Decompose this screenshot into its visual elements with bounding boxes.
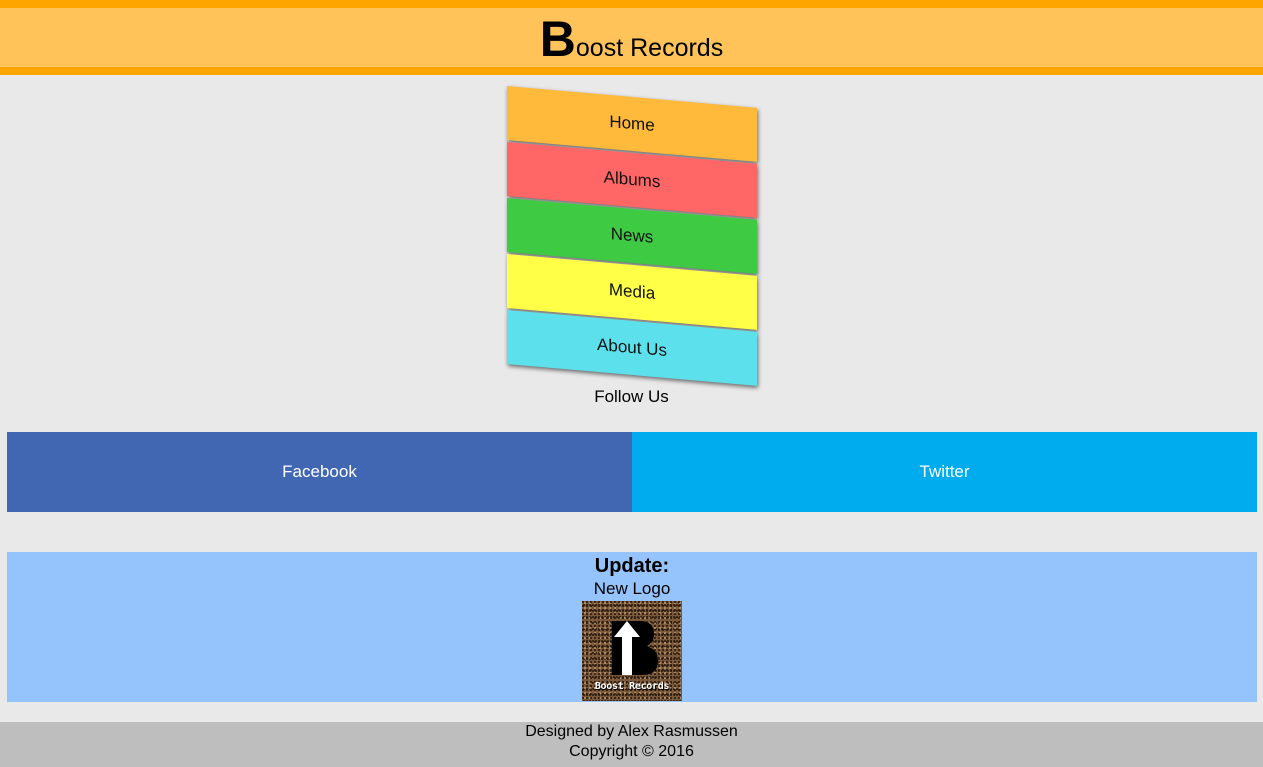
site-title: Boost Records <box>0 14 1263 64</box>
site-title-initial: B <box>539 11 576 67</box>
footer-designed-by: Designed by Alex Rasmussen <box>525 723 738 740</box>
boost-records-logo: Boost Records <box>582 601 682 701</box>
site-title-rest: oost Records <box>575 34 724 62</box>
twitter-label: Twitter <box>919 462 970 481</box>
update-subtitle: New Logo <box>593 579 671 598</box>
nav-item-label: Media <box>608 279 656 303</box>
nav-item-label: News <box>610 224 654 247</box>
logo-caption: Boost Records <box>594 681 670 692</box>
footer-copyright: Copyright © 2016 <box>569 743 694 760</box>
update-section: Update: New Logo Boost Records <box>7 552 1257 702</box>
nav-item-label: Albums <box>603 167 661 192</box>
follow-us-label: Follow Us <box>594 387 669 406</box>
nav-item-label: Home <box>609 111 655 135</box>
site-header: Boost Records <box>0 0 1263 75</box>
main-nav: Home Albums News Media About Us <box>507 86 757 386</box>
nav-item-label: About Us <box>597 334 667 360</box>
facebook-button[interactable]: Facebook <box>7 432 632 512</box>
header-banner: Boost Records <box>0 8 1263 67</box>
site-footer: Designed by Alex Rasmussen Copyright © 2… <box>0 722 1263 767</box>
twitter-button[interactable]: Twitter <box>632 432 1257 512</box>
facebook-label: Facebook <box>282 462 357 481</box>
social-links: Facebook Twitter <box>7 432 1257 512</box>
update-title: Update: <box>594 555 670 577</box>
